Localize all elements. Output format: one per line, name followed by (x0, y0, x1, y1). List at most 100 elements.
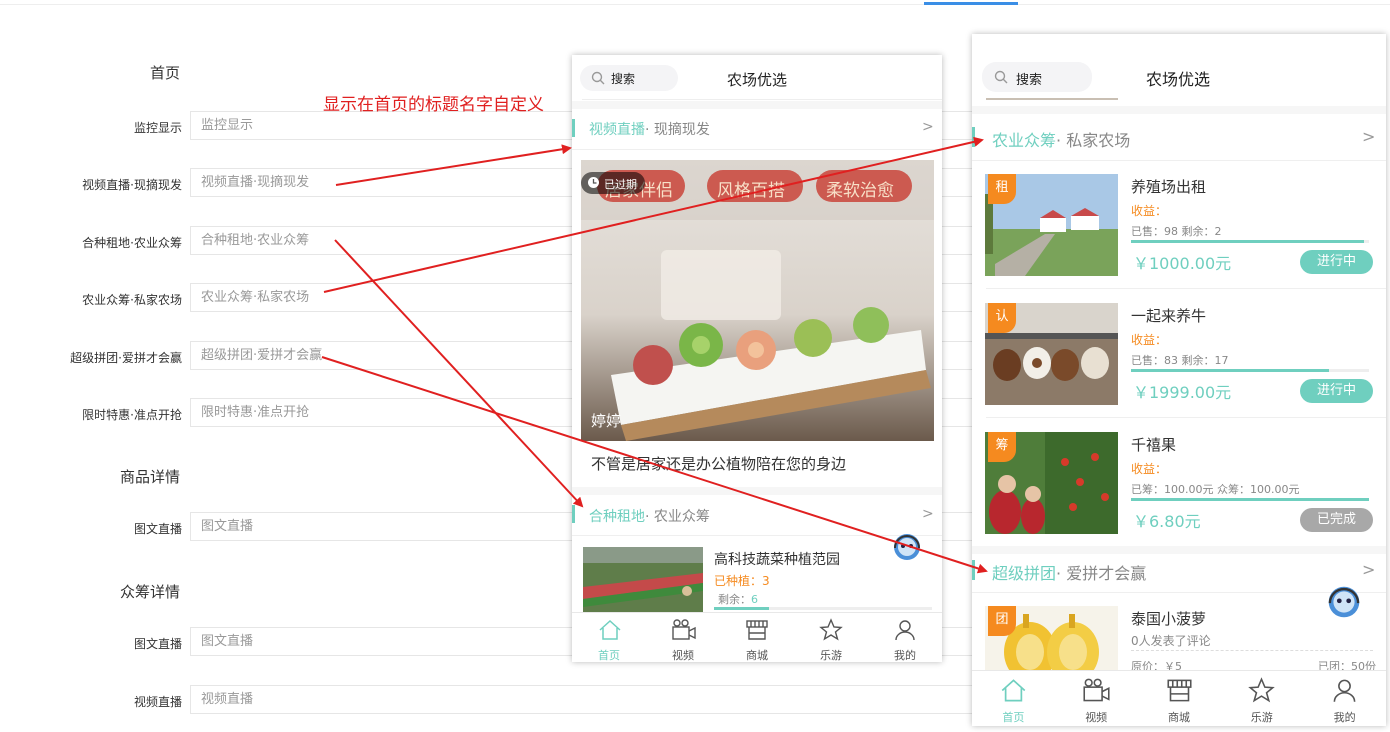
field-label: 视频直播·现摘现发 (82, 178, 182, 192)
video-camera-icon (1083, 678, 1110, 702)
phone-preview-crowdfund: 搜索 农场优选 农业众筹· 私家农场 > 租 养殖场出租 收益： 已售：98 剩… (972, 34, 1386, 726)
progress-fill (1131, 240, 1364, 243)
home-icon (1001, 679, 1026, 702)
bottom-tab-bar: 首页 视频 商城 乐游 我的 (572, 612, 942, 662)
tab-label: 首页 (1002, 711, 1025, 724)
phone-preview-home: 搜索 农场优选 视频直播· 现摘现发 > 风格百搭 柔软治愈 已过期 婷婷 不管… (572, 55, 942, 662)
status-button[interactable]: 进行中 (1300, 379, 1373, 403)
section-title-highlight: 农业众筹 (992, 131, 1057, 150)
section-bar (972, 127, 975, 147)
search-box[interactable]: 搜索 (580, 65, 678, 91)
tab-mall[interactable]: 商城 (720, 613, 794, 662)
tab-leisure[interactable]: 乐游 (794, 613, 868, 662)
crowdfund-video-live-input[interactable]: 视频直播 (190, 685, 990, 714)
section-title-home: 首页 (149, 64, 180, 82)
field-label: 监控显示 (133, 121, 182, 135)
gap (572, 101, 942, 109)
section-bar (972, 560, 975, 580)
search-box[interactable]: 搜索 (982, 62, 1092, 92)
divider (572, 149, 942, 150)
user-icon (1333, 679, 1356, 702)
chevron-right-icon: > (922, 119, 934, 135)
item-name: 千禧果 (1131, 436, 1177, 454)
tab-mine[interactable]: 我的 (868, 613, 942, 662)
tab-label: 视频 (672, 649, 694, 662)
tab-label: 我的 (894, 649, 916, 662)
income-label: 收益： (1131, 462, 1168, 476)
video-caption: 不管是居家还是办公植物陪在您的身边 (591, 455, 847, 473)
remain-count: 6 (751, 593, 758, 606)
tab-video[interactable]: 视频 (1055, 671, 1138, 726)
star-icon (1248, 677, 1276, 703)
tab-video[interactable]: 视频 (646, 613, 720, 662)
dashed-divider (1131, 650, 1373, 651)
video-camera-icon (672, 619, 696, 640)
expired-label: 已过期 (604, 178, 637, 191)
section-bar (572, 119, 575, 137)
tab-mine[interactable]: 我的 (1303, 671, 1386, 726)
field-label: 限时特惠·准点开抢 (82, 408, 182, 422)
tab-mall[interactable]: 商城 (1138, 671, 1221, 726)
tab-label: 视频 (1085, 711, 1108, 724)
tab-home[interactable]: 首页 (572, 613, 646, 662)
income-label: 收益： (1131, 333, 1168, 347)
section-title-rest: · 爱拼才会赢 (1056, 564, 1147, 583)
field-label: 图文直播 (133, 637, 182, 651)
progress-fill (714, 607, 769, 610)
item-name: 泰国小菠萝 (1131, 610, 1207, 628)
customer-service-icon[interactable] (1324, 582, 1364, 622)
planted-label: 已种植： (714, 574, 763, 588)
item-stats: 已售：98 剩余：2 (1131, 225, 1222, 238)
section-title-rest: · 私家农场 (1056, 131, 1131, 150)
tab-leisure[interactable]: 乐游 (1220, 671, 1303, 726)
page-title: 农场优选 (727, 71, 788, 89)
tab-label: 乐游 (1250, 711, 1273, 724)
gap (972, 546, 1386, 554)
field-label: 视频直播 (133, 695, 182, 709)
divider (972, 160, 1386, 161)
divider (572, 535, 942, 536)
item-tag: 认 (988, 303, 1016, 333)
income-label: 收益： (1131, 204, 1168, 218)
planted-count: 3 (762, 574, 770, 588)
vegetable-farm-photo (583, 547, 703, 613)
top-divider (0, 4, 1390, 5)
tab-label: 我的 (1333, 711, 1356, 724)
item-price: ￥1000.00元 (1133, 254, 1232, 273)
divider (986, 288, 1386, 289)
bottom-tab-bar: 首页 视频 商城 乐游 我的 (972, 670, 1386, 726)
status-button[interactable]: 进行中 (1300, 250, 1373, 274)
progress-fill (1131, 498, 1369, 501)
customer-service-icon[interactable] (890, 530, 924, 564)
banner-word: 柔软治愈 (826, 181, 894, 201)
item-tag: 租 (988, 174, 1016, 204)
progress-fill (1131, 369, 1329, 372)
field-label: 合种租地·农业众筹 (82, 236, 182, 250)
item-stats: 已售：83 剩余：17 (1131, 354, 1229, 367)
gap (972, 106, 1386, 114)
comment-count: 0人发表了评论 (1131, 634, 1211, 648)
tab-label: 乐游 (820, 649, 842, 662)
section-title-product-detail: 商品详情 (119, 468, 180, 486)
chevron-right-icon: > (922, 506, 934, 522)
item-name: 高科技蔬菜种植范园 (714, 552, 840, 568)
search-icon (591, 71, 605, 85)
field-label: 超级拼团·爱拼才会赢 (70, 351, 182, 365)
arrow-co-plant (334, 239, 584, 508)
divider (986, 417, 1386, 418)
video-banner-image[interactable]: 居家伴侣 风格百搭 柔软治愈 已过期 婷婷 (581, 160, 934, 441)
chevron-right-icon: > (1362, 560, 1376, 579)
section-title-crowdfund-detail: 众筹详情 (119, 583, 180, 601)
tab-home[interactable]: 首页 (972, 671, 1055, 726)
item-tag: 团 (988, 606, 1016, 636)
status-button[interactable]: 已完成 (1300, 508, 1373, 532)
remain-label: 剩余： (718, 593, 751, 606)
store-icon (746, 620, 768, 640)
expired-badge: 已过期 (581, 172, 645, 194)
section-title-rest: · 农业众筹 (645, 509, 710, 525)
banner-word: 风格百搭 (717, 181, 785, 201)
tab-label: 首页 (598, 649, 620, 662)
search-label: 搜索 (1016, 73, 1043, 88)
section-title-highlight: 视频直播 (589, 122, 645, 138)
clock-icon (588, 177, 599, 188)
